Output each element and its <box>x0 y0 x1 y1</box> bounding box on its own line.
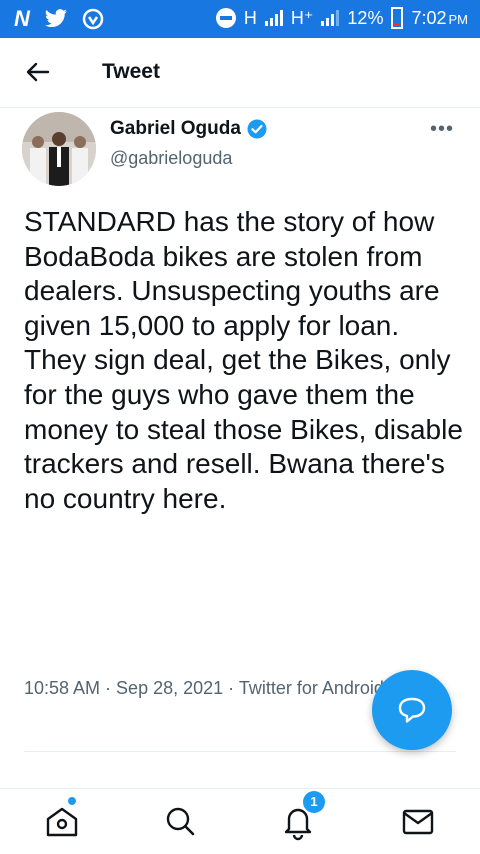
divider <box>24 751 456 752</box>
author-name[interactable]: Gabriel Oguda <box>110 118 241 140</box>
battery-icon <box>391 7 404 29</box>
signal-strength-icon-2 <box>321 10 340 26</box>
twitter-bird-icon <box>44 9 67 28</box>
tweet-text: STANDARD has the story of how BodaBoda b… <box>24 206 463 514</box>
tweet-timestamp: 10:58 AM · Sep 28, 2021 · Twitter for An… <box>24 678 384 698</box>
battery-percent: 12% <box>347 7 384 28</box>
search-icon[interactable] <box>160 801 200 841</box>
clock-suffix: PM <box>448 11 469 27</box>
more-horizontal-icon[interactable]: ••• <box>430 118 454 141</box>
page-title: Tweet <box>102 60 160 83</box>
network-type-label-2: H⁺ <box>290 7 314 28</box>
n-logo-icon: N <box>14 6 30 31</box>
bottom-navigation: 1 <box>0 788 480 854</box>
reply-fab-button[interactable] <box>372 670 452 750</box>
home-unread-dot <box>68 797 76 805</box>
network-type-label: H <box>243 7 257 28</box>
author-name-row[interactable]: Gabriel Oguda <box>110 118 267 140</box>
tweet-stats-cutoff <box>24 775 404 779</box>
verified-badge-icon <box>247 119 267 139</box>
signal-strength-icon <box>264 10 283 26</box>
clock-time: 7:02 <box>411 7 447 28</box>
avatar[interactable] <box>22 112 96 186</box>
vpn-shield-icon <box>82 8 104 30</box>
status-bar-notification-icons: N <box>14 6 104 32</box>
top-app-bar: Tweet <box>0 38 480 108</box>
reply-bubble-icon <box>398 697 426 723</box>
status-bar-system-icons: H H⁺ 12% 7:02 PM <box>215 7 468 29</box>
home-icon[interactable] <box>42 801 82 841</box>
avatar-photo <box>22 112 96 186</box>
author-handle[interactable]: @gabrieloguda <box>110 148 232 169</box>
arrow-left-icon[interactable] <box>22 56 54 88</box>
clock: 7:02 PM <box>411 8 468 29</box>
data-saver-icon <box>215 8 236 28</box>
messages-icon[interactable] <box>398 801 438 841</box>
notification-count-badge: 1 <box>303 791 325 813</box>
status-bar: N H H⁺ 12% 7:02 PM <box>0 0 480 38</box>
